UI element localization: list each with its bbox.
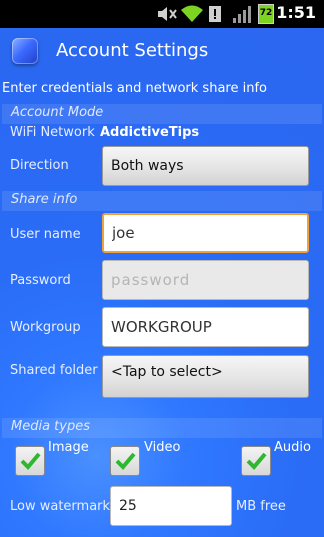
battery-level: 72: [259, 8, 273, 18]
section-title: Media types: [11, 419, 90, 434]
wifi-network-label: WiFi Network: [10, 125, 95, 140]
status-bar: 72 1:51: [0, 0, 324, 28]
alert-icon: [209, 6, 221, 22]
video-checkbox[interactable]: [110, 446, 140, 476]
username-label: User name: [10, 227, 81, 242]
checkmark-icon: [20, 452, 41, 470]
image-checkbox[interactable]: [15, 446, 45, 476]
workgroup-label: Workgroup: [10, 320, 81, 335]
signal-icon: [233, 6, 251, 23]
workgroup-input[interactable]: [102, 307, 309, 347]
username-input[interactable]: [102, 213, 309, 253]
section-account-mode: Account Mode: [2, 104, 322, 124]
password-input[interactable]: [102, 260, 309, 300]
checkmark-icon: [246, 452, 267, 470]
battery-icon: 72: [258, 4, 274, 24]
audio-label: Audio: [274, 440, 311, 455]
page-subtitle: Enter credentials and network share info: [2, 81, 267, 96]
direction-label: Direction: [10, 158, 69, 173]
section-title: Account Mode: [11, 105, 104, 120]
shared-folder-label: Shared folder: [10, 363, 98, 378]
low-watermark-label: Low watermark: [10, 499, 111, 514]
checkmark-icon: [115, 452, 136, 470]
direction-select[interactable]: Both ways: [102, 146, 309, 186]
wifi-network-value: AddictiveTips: [100, 125, 200, 140]
low-watermark-input[interactable]: [110, 486, 232, 526]
password-label: Password: [10, 273, 71, 288]
mute-icon: [158, 7, 177, 21]
section-share-info: Share info: [2, 191, 322, 211]
image-label: Image: [48, 440, 89, 455]
audio-checkbox[interactable]: [241, 446, 271, 476]
app-icon: [12, 38, 38, 64]
page-title: Account Settings: [56, 40, 209, 61]
video-label: Video: [144, 440, 181, 455]
status-time: 1:51: [276, 3, 316, 22]
shared-folder-button[interactable]: <Tap to select>: [102, 355, 309, 398]
shared-folder-value: <Tap to select>: [111, 364, 223, 380]
section-media-types: Media types: [2, 418, 322, 438]
wifi-icon: [181, 5, 203, 22]
section-title: Share info: [11, 192, 78, 207]
direction-value: Both ways: [111, 158, 184, 174]
watermark-unit-label: MB free: [236, 499, 286, 514]
